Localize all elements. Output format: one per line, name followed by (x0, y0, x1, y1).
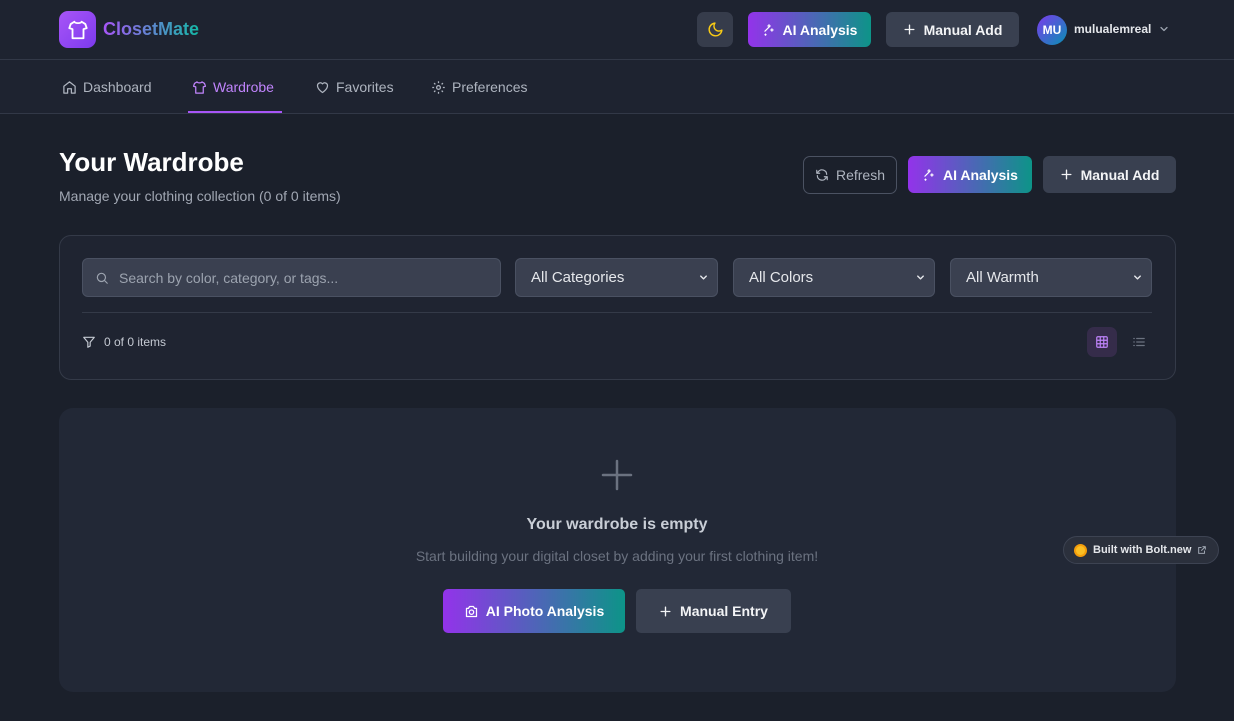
empty-state-title: Your wardrobe is empty (526, 516, 708, 533)
header-ai-analysis-label: AI Analysis (782, 21, 858, 38)
theme-toggle-button[interactable] (697, 12, 733, 47)
manual-add-label: Manual Add (1080, 166, 1160, 183)
page-subtitle: Manage your clothing collection (0 of 0 … (59, 188, 341, 204)
search-input[interactable] (119, 269, 479, 286)
tab-favorites[interactable]: Favorites (315, 60, 394, 114)
grid-icon (1096, 336, 1108, 348)
top-bar: ClosetMate AI Analysis Manual Add MU mul… (0, 0, 1234, 60)
warmth-select[interactable]: All Warmth (950, 258, 1152, 297)
color-select-value: All Colors (749, 269, 814, 286)
header-manual-add-button[interactable]: Manual Add (886, 12, 1019, 47)
category-select[interactable]: All Categories (515, 258, 718, 297)
refresh-label: Refresh (835, 167, 886, 183)
ai-analysis-button[interactable]: AI Analysis (908, 156, 1032, 193)
moon-icon (708, 22, 723, 37)
plus-icon (1061, 169, 1072, 180)
tab-favorites-label: Favorites (336, 79, 394, 95)
ai-photo-analysis-button[interactable]: AI Photo Analysis (443, 589, 625, 633)
list-view-button[interactable] (1124, 327, 1154, 357)
chevron-down-icon (917, 275, 924, 280)
logo-icon[interactable] (59, 11, 96, 48)
header-ai-analysis-button[interactable]: AI Analysis (748, 12, 871, 47)
avatar[interactable]: MU (1037, 15, 1067, 45)
plus-icon (660, 605, 671, 617)
shirt-icon (192, 80, 207, 94)
tab-dashboard-label: Dashboard (83, 79, 152, 95)
nav-bar: Dashboard Wardrobe Favorites Preferences (0, 60, 1234, 114)
home-icon (63, 80, 76, 94)
tab-wardrobe-label: Wardrobe (213, 79, 274, 95)
refresh-button[interactable]: Refresh (803, 156, 897, 194)
header-manual-add-label: Manual Add (923, 21, 1003, 38)
page-title: Your Wardrobe (59, 147, 244, 177)
chevron-down-icon (1134, 275, 1141, 280)
manual-entry-button[interactable]: Manual Entry (636, 589, 791, 633)
camera-icon (465, 605, 477, 617)
tab-preferences-label: Preferences (452, 79, 528, 95)
bolt-badge-label: Built with Bolt.new (1093, 544, 1192, 556)
gear-icon (432, 80, 445, 94)
filter-panel (59, 235, 1176, 380)
plus-icon (601, 459, 633, 491)
tab-preferences[interactable]: Preferences (431, 60, 527, 114)
active-tab-indicator (188, 111, 282, 113)
refresh-icon (816, 169, 828, 181)
list-icon (1133, 337, 1145, 347)
username[interactable]: mulualemreal (1074, 22, 1151, 36)
chevron-down-icon[interactable] (1158, 23, 1170, 35)
item-count: 0 of 0 items (82, 335, 166, 349)
category-select-value: All Categories (531, 269, 625, 286)
plus-icon (904, 24, 915, 35)
tab-wardrobe[interactable]: Wardrobe (192, 60, 274, 114)
chevron-down-icon (700, 275, 707, 280)
bolt-logo-icon (1074, 543, 1087, 557)
warmth-select-value: All Warmth (966, 269, 1039, 286)
manual-entry-label: Manual Entry (680, 603, 768, 619)
empty-state-subtitle: Start building your digital closet by ad… (415, 548, 819, 564)
item-count-text: 0 of 0 items (104, 335, 167, 349)
grid-view-button[interactable] (1087, 327, 1117, 357)
search-field[interactable] (82, 258, 501, 297)
external-link-icon (1198, 546, 1207, 554)
manual-add-button[interactable]: Manual Add (1043, 156, 1176, 193)
filter-divider (82, 312, 1152, 313)
app-name[interactable]: ClosetMate (103, 19, 199, 40)
ai-analysis-label: AI Analysis (943, 166, 1018, 183)
bolt-badge-link[interactable]: Built with Bolt.new (1063, 536, 1219, 564)
sparkles-icon (924, 168, 934, 181)
sparkles-icon (763, 23, 774, 36)
search-icon (96, 272, 108, 284)
filter-icon (83, 336, 95, 348)
heart-icon (316, 81, 329, 93)
ai-photo-analysis-label: AI Photo Analysis (485, 603, 605, 619)
color-select[interactable]: All Colors (733, 258, 935, 297)
tab-dashboard[interactable]: Dashboard (62, 60, 152, 114)
